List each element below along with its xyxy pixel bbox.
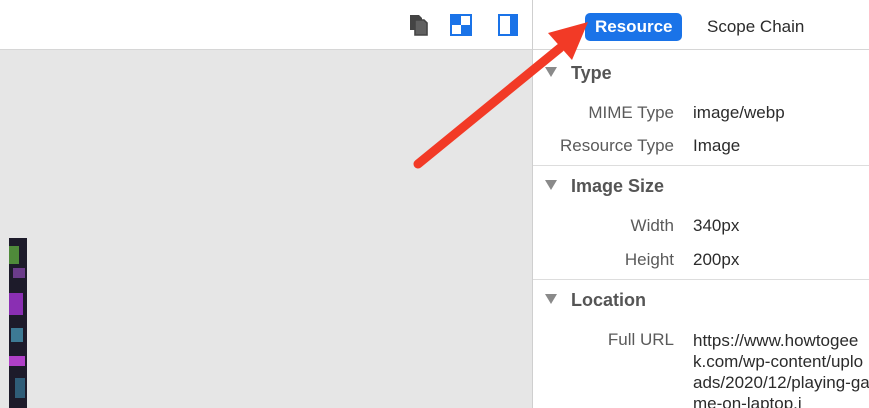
inspector-toolbar	[0, 0, 532, 50]
section-title: Location	[571, 289, 646, 310]
tab-scope-chain[interactable]: Scope Chain	[697, 13, 814, 41]
resource-type-value: Image	[693, 136, 741, 155]
disclosure-triangle-icon	[545, 180, 557, 190]
section-title: Type	[571, 62, 612, 83]
width-label: Width	[630, 216, 674, 235]
page-image-fragment	[9, 238, 27, 408]
section-title: Image Size	[571, 175, 665, 196]
full-url-value[interactable]: https://www.howtogeek.com/wp-content/upl…	[693, 330, 869, 408]
section-divider	[533, 279, 869, 280]
resource-type-row: Resource Type Image	[533, 136, 869, 162]
height-value: 200px	[693, 250, 740, 269]
document-icon[interactable]	[405, 12, 431, 38]
page-canvas	[0, 0, 532, 408]
width-row: Width 340px	[533, 216, 869, 242]
sidebar-tabbar: Resource Scope Chain	[533, 0, 869, 50]
height-row: Height 200px	[533, 250, 869, 276]
resource-type-label: Resource Type	[559, 136, 674, 155]
dock-right-icon[interactable]	[495, 12, 521, 38]
full-url-label: Full URL	[607, 330, 674, 349]
section-type-header[interactable]: Type	[533, 58, 869, 88]
section-image-size-header[interactable]: Image Size	[533, 171, 869, 201]
details-sidebar: Resource Scope Chain Type MIME Type imag…	[532, 0, 869, 408]
dock-bottom-icon[interactable]	[448, 12, 474, 38]
mime-type-label: MIME Type	[588, 103, 674, 122]
section-divider	[533, 165, 869, 166]
mime-type-value: image/webp	[693, 103, 785, 122]
tab-resource[interactable]: Resource	[585, 13, 683, 41]
disclosure-triangle-icon	[545, 294, 557, 304]
mime-type-row: MIME Type image/webp	[533, 103, 869, 129]
section-location-header[interactable]: Location	[533, 285, 869, 315]
disclosure-triangle-icon	[545, 67, 557, 77]
width-value: 340px	[693, 216, 740, 235]
height-label: Height	[624, 250, 674, 269]
